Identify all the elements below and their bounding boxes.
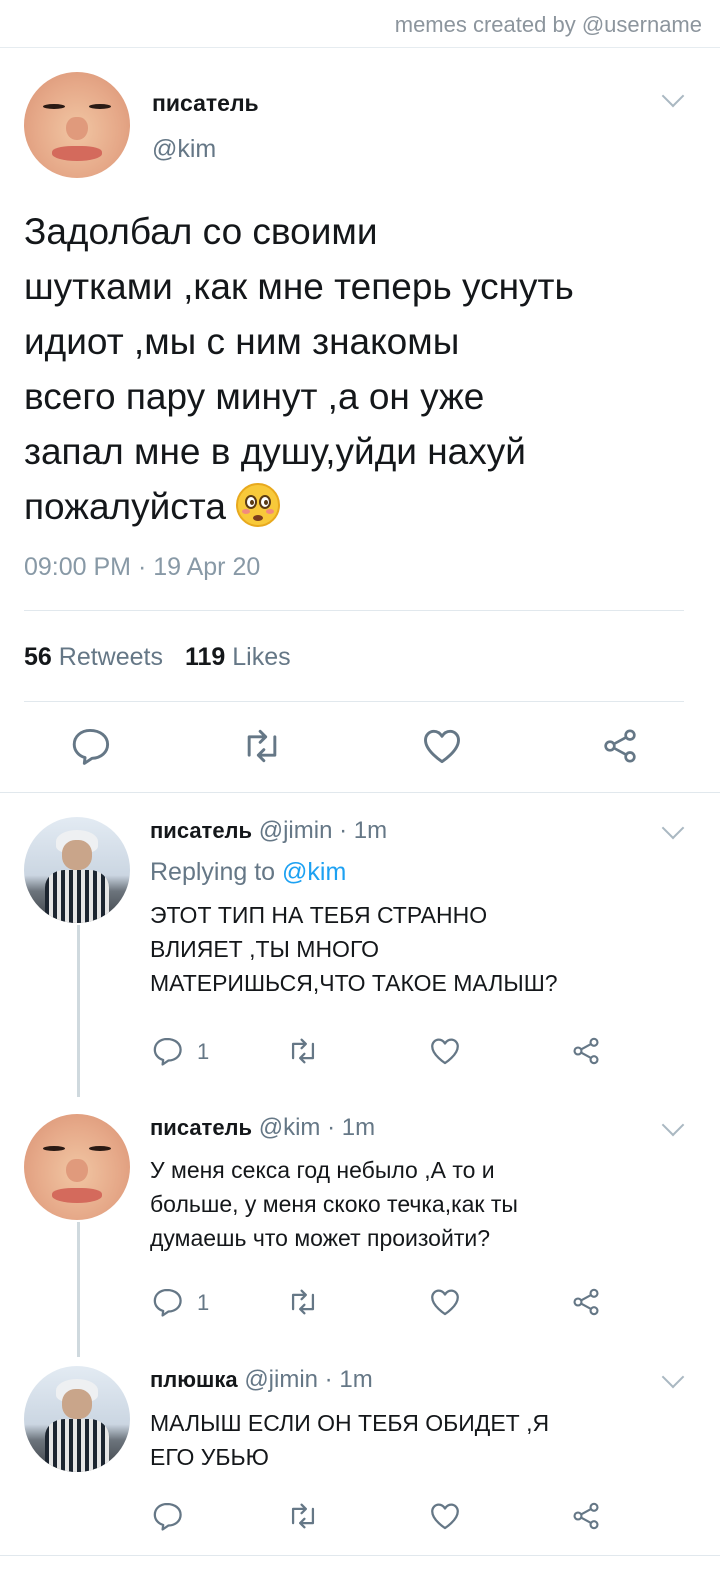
divider: [24, 701, 684, 702]
chevron-down-icon[interactable]: [661, 1365, 685, 1389]
reply-header: плюшка @jimin · 1m: [150, 1366, 373, 1394]
share-icon[interactable]: [570, 1035, 602, 1067]
reply-author-name[interactable]: писатель: [150, 818, 252, 843]
replying-to: Replying to @kim: [150, 858, 347, 886]
like-icon[interactable]: [428, 1499, 462, 1533]
divider: [0, 47, 720, 48]
reply-meta[interactable]: @jimin · 1m: [259, 817, 387, 844]
reply-icon[interactable]: [150, 1034, 184, 1068]
avatar-jimin[interactable]: [24, 1366, 130, 1472]
like-icon[interactable]: [428, 1034, 462, 1068]
avatar-kim[interactable]: [24, 1114, 130, 1220]
watermark: memes created by @username: [394, 12, 702, 37]
tweet-timestamp[interactable]: 09:00 PM · 19 Apr 20: [24, 553, 260, 582]
retweet-icon[interactable]: [286, 1285, 320, 1319]
reply-author-name[interactable]: писатель: [150, 1115, 252, 1140]
share-icon[interactable]: [570, 1500, 602, 1532]
reply-meta[interactable]: @jimin · 1m: [244, 1366, 372, 1393]
share-icon[interactable]: [570, 1286, 602, 1318]
reply-author-name[interactable]: плюшка: [150, 1367, 238, 1392]
thread-line: [77, 1222, 80, 1357]
reply-text: ЭТОТ ТИП НА ТЕБЯ СТРАННО ВЛИЯЕТ ,ТЫ МНОГ…: [150, 902, 558, 996]
retweets-count[interactable]: 56: [24, 643, 52, 671]
reply-icon[interactable]: [68, 724, 112, 768]
author-name[interactable]: писатель: [152, 90, 259, 117]
divider: [0, 1555, 720, 1556]
reply-meta[interactable]: @kim · 1m: [259, 1114, 375, 1141]
tweet-text: Задолбал со своими шутками ,как мне тепе…: [24, 211, 574, 527]
avatar-jimin[interactable]: [24, 817, 130, 923]
reply-text: У меня секса год небыло ,А то и больше, …: [150, 1157, 518, 1251]
divider: [24, 610, 684, 611]
reply-count: 1: [197, 1290, 210, 1315]
reply-header: писатель @kim · 1m: [150, 1114, 375, 1142]
avatar-kim[interactable]: [24, 72, 130, 178]
retweets-label[interactable]: Retweets: [59, 643, 163, 671]
like-icon[interactable]: [428, 1285, 462, 1319]
author-handle[interactable]: @kim: [152, 135, 216, 164]
like-icon[interactable]: [420, 724, 464, 768]
retweet-icon[interactable]: [286, 1499, 320, 1533]
reply-header: писатель @jimin · 1m: [150, 817, 387, 845]
chevron-down-icon[interactable]: [661, 816, 685, 840]
reply-text: МАЛЫШ ЕСЛИ ОН ТЕБЯ ОБИДЕТ ,Я ЕГО УБЬЮ: [150, 1410, 550, 1470]
divider: [0, 792, 720, 793]
tweet-stats: 56 Retweets 119 Likes: [24, 643, 291, 672]
chevron-down-icon[interactable]: [661, 1113, 685, 1137]
flushed-face-emoji: [236, 483, 281, 527]
retweet-icon[interactable]: [240, 724, 284, 768]
reply-icon[interactable]: [150, 1285, 184, 1319]
share-icon[interactable]: [600, 726, 640, 766]
likes-label[interactable]: Likes: [232, 643, 290, 671]
mention-link[interactable]: @kim: [282, 858, 346, 886]
likes-count[interactable]: 119: [185, 643, 225, 671]
thread-line: [77, 925, 80, 1097]
reply-icon[interactable]: [150, 1499, 184, 1533]
reply-count: 1: [197, 1039, 210, 1064]
retweet-icon[interactable]: [286, 1034, 320, 1068]
chevron-down-icon[interactable]: [661, 84, 685, 108]
